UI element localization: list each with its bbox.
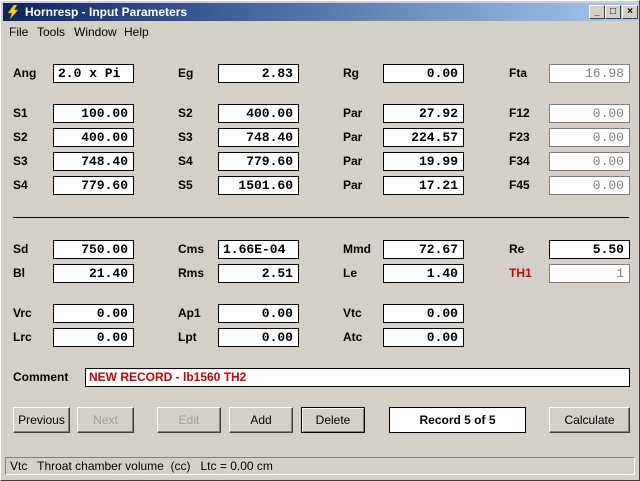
section-divider <box>13 217 629 218</box>
comment-label: Comment <box>13 370 69 384</box>
f45-label: F45 <box>509 178 530 192</box>
s2-row-label: S2 <box>13 130 28 144</box>
menu-window[interactable]: Window <box>74 25 117 39</box>
s4-row-label: S4 <box>13 178 28 192</box>
record-indicator: Record 5 of 5 <box>389 407 526 433</box>
s5-field[interactable]: 1501.60 <box>218 176 299 195</box>
rms-label: Rms <box>178 266 205 280</box>
f23-field: 0.00 <box>549 128 630 147</box>
f34-label: F34 <box>509 154 530 168</box>
vrc-field[interactable]: 0.00 <box>53 304 134 323</box>
s1-field[interactable]: 100.00 <box>53 104 134 123</box>
menu-tools[interactable]: Tools <box>37 25 65 39</box>
vtc-label: Vtc <box>343 306 362 320</box>
re-field[interactable]: 5.50 <box>549 240 630 259</box>
s3-row-field[interactable]: 748.40 <box>53 152 134 171</box>
cms-field[interactable]: 1.66E-04 <box>218 240 299 259</box>
lightning-icon <box>7 5 19 19</box>
ang-label: Ang <box>13 66 37 80</box>
minimize-button[interactable]: _ <box>589 5 605 19</box>
s3-label: S3 <box>178 130 193 144</box>
bl-field[interactable]: 21.40 <box>53 264 134 283</box>
s1-label: S1 <box>13 106 28 120</box>
s2-label: S2 <box>178 106 193 120</box>
mmd-field[interactable]: 72.67 <box>383 240 464 259</box>
rg-field[interactable]: 0.00 <box>383 64 464 83</box>
s2-field[interactable]: 400.00 <box>218 104 299 123</box>
f45-field: 0.00 <box>549 176 630 195</box>
lrc-field[interactable]: 0.00 <box>53 328 134 347</box>
comment-input[interactable]: NEW RECORD - lb1560 TH2 <box>85 368 630 387</box>
sd-field[interactable]: 750.00 <box>53 240 134 259</box>
previous-button[interactable]: Previous <box>13 407 70 433</box>
vrc-label: Vrc <box>13 306 32 320</box>
th1-label: TH1 <box>509 266 532 280</box>
s3-field[interactable]: 748.40 <box>218 128 299 147</box>
par2-label: Par <box>343 130 363 144</box>
close-button[interactable]: × <box>622 5 638 19</box>
ang-field[interactable]: 2.0 x Pi <box>53 64 134 83</box>
ap1-field[interactable]: 0.00 <box>218 304 299 323</box>
par2-field[interactable]: 224.57 <box>383 128 464 147</box>
s4-row-field[interactable]: 779.60 <box>53 176 134 195</box>
f23-label: F23 <box>509 130 530 144</box>
par3-field[interactable]: 19.99 <box>383 152 464 171</box>
mmd-label: Mmd <box>343 242 371 256</box>
next-button[interactable]: Next <box>77 407 134 433</box>
atc-label: Atc <box>343 330 363 344</box>
lpt-field[interactable]: 0.00 <box>218 328 299 347</box>
title-bar[interactable]: Hornresp - Input Parameters _ □ × <box>3 3 638 21</box>
le-field[interactable]: 1.40 <box>383 264 464 283</box>
lpt-label: Lpt <box>178 330 197 344</box>
s4-label: S4 <box>178 154 193 168</box>
fta-label: Fta <box>509 66 527 80</box>
lrc-label: Lrc <box>13 330 32 344</box>
eg-field[interactable]: 2.83 <box>218 64 299 83</box>
rms-field[interactable]: 2.51 <box>218 264 299 283</box>
status-bar: Vtc Throat chamber volume (cc) Ltc = 0.0… <box>5 457 635 475</box>
ap1-label: Ap1 <box>178 306 201 320</box>
th1-field: 1 <box>549 264 630 283</box>
re-label: Re <box>509 242 525 256</box>
s4-field[interactable]: 779.60 <box>218 152 299 171</box>
menu-bar: File Tools Window Help <box>3 22 637 41</box>
f12-label: F12 <box>509 106 530 120</box>
s2-row-field[interactable]: 400.00 <box>53 128 134 147</box>
le-label: Le <box>343 266 358 280</box>
sd-label: Sd <box>13 242 29 256</box>
add-button[interactable]: Add <box>229 407 293 433</box>
par1-label: Par <box>343 106 363 120</box>
menu-file[interactable]: File <box>9 25 28 39</box>
eg-label: Eg <box>178 66 194 80</box>
delete-button[interactable]: Delete <box>301 407 365 433</box>
cms-label: Cms <box>178 242 205 256</box>
menu-help[interactable]: Help <box>124 25 149 39</box>
rg-label: Rg <box>343 66 359 80</box>
vtc-field[interactable]: 0.00 <box>383 304 464 323</box>
atc-field[interactable]: 0.00 <box>383 328 464 347</box>
s5-label: S5 <box>178 178 193 192</box>
s3-row-label: S3 <box>13 154 28 168</box>
f34-field: 0.00 <box>549 152 630 171</box>
par3-label: Par <box>343 154 363 168</box>
par4-field[interactable]: 17.21 <box>383 176 464 195</box>
maximize-button[interactable]: □ <box>605 5 621 19</box>
par4-label: Par <box>343 178 363 192</box>
par1-field[interactable]: 27.92 <box>383 104 464 123</box>
edit-button[interactable]: Edit <box>157 407 221 433</box>
f12-field: 0.00 <box>549 104 630 123</box>
window-title: Hornresp - Input Parameters <box>25 5 188 19</box>
calculate-button[interactable]: Calculate <box>549 407 630 433</box>
hornresp-window: Hornresp - Input Parameters _ □ × File T… <box>0 0 640 481</box>
fta-field: 16.98 <box>549 64 630 83</box>
bl-label: Bl <box>13 266 25 280</box>
